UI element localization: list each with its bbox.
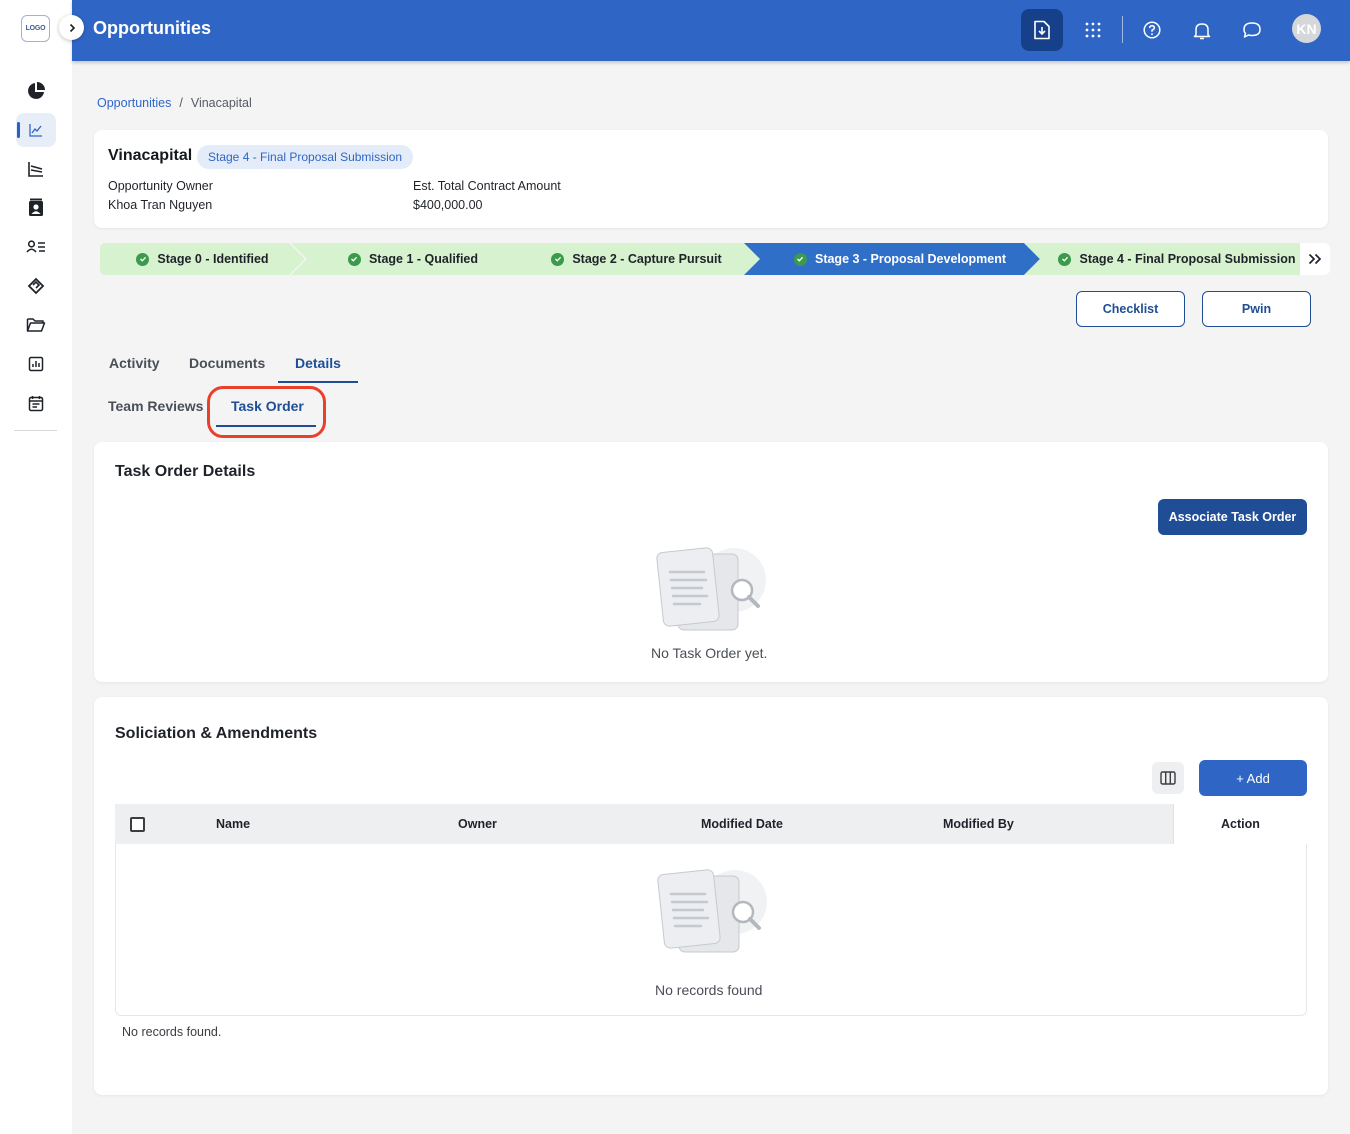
breadcrumb-current: Vinacapital — [190, 96, 252, 110]
table-body: No records found — [115, 844, 1307, 1016]
help-icon — [1143, 21, 1161, 39]
opportunity-name: Vinacapital — [108, 147, 193, 164]
columns-icon — [1160, 771, 1176, 785]
notifications-button[interactable] — [1181, 9, 1223, 51]
breadcrumb-separator: / — [179, 96, 183, 110]
breadcrumb: Opportunities / Vinacapital — [97, 96, 252, 110]
tab-activity[interactable]: Activity — [109, 355, 160, 371]
sidebar-divider — [14, 430, 57, 431]
opportunity-summary-card: Vinacapital Stage 4 - Final Proposal Sub… — [94, 130, 1328, 228]
double-chevron-right-icon — [1308, 253, 1322, 265]
column-settings-button[interactable] — [1152, 762, 1184, 794]
calendar-icon — [28, 395, 44, 411]
chat-icon — [1243, 22, 1261, 38]
stage-label: Stage 2 - Capture Pursuit — [572, 252, 722, 266]
bell-icon — [1193, 22, 1211, 39]
checklist-button[interactable]: Checklist — [1076, 291, 1185, 327]
trend-chart-icon — [29, 124, 42, 137]
associate-task-order-button[interactable]: Associate Task Order — [1158, 499, 1307, 535]
amount-label: Est. Total Contract Amount — [413, 179, 561, 193]
select-all-checkbox[interactable] — [130, 817, 145, 832]
column-header-modified-by[interactable]: Modified By — [943, 817, 1014, 831]
user-avatar[interactable]: KN — [1292, 14, 1321, 43]
tab-documents[interactable]: Documents — [189, 355, 265, 371]
breadcrumb-opportunities-link[interactable]: Opportunities — [97, 96, 171, 110]
owner-value: Khoa Tran Nguyen — [108, 198, 213, 212]
stepper-scroll-right-button[interactable] — [1300, 243, 1330, 275]
apps-grid-icon — [1085, 22, 1101, 38]
column-header-modified-date[interactable]: Modified Date — [701, 817, 783, 831]
sidebar-item-pipeline[interactable] — [16, 152, 56, 186]
stage-step-1[interactable]: Stage 1 - Qualified — [291, 243, 519, 275]
column-header-action: Action — [1221, 817, 1260, 831]
amount-value: $400,000.00 — [413, 198, 483, 212]
table-header: Name Owner Modified Date Modified By Act… — [115, 804, 1307, 844]
sidebar-item-users[interactable] — [16, 230, 56, 264]
sidebar-item-dashboard[interactable] — [16, 74, 56, 108]
top-bar: Opportunities KN — [72, 0, 1350, 61]
tab-active-indicator — [278, 381, 358, 383]
check-circle-icon — [136, 252, 150, 266]
task-order-card: Task Order Details Associate Task Order … — [94, 442, 1328, 682]
pwin-button[interactable]: Pwin — [1202, 291, 1311, 327]
handshake-icon — [27, 277, 45, 295]
highlight-annotation — [207, 386, 326, 438]
stage-badge: Stage 4 - Final Proposal Submission — [197, 145, 414, 169]
tab-details[interactable]: Details — [295, 355, 341, 371]
page-title: Opportunities — [93, 18, 211, 38]
check-circle-icon — [793, 252, 807, 266]
action-column-header-cell: Action — [1173, 804, 1307, 844]
table-footer-text: No records found. — [122, 1025, 222, 1039]
check-circle-icon — [347, 252, 361, 266]
solicitation-title: Soliciation & Amendments — [115, 725, 318, 742]
subtab-team-reviews[interactable]: Team Reviews — [108, 398, 203, 414]
column-header-name[interactable]: Name — [216, 817, 250, 831]
empty-records-icon — [657, 869, 767, 953]
app-logo[interactable]: LOGO — [21, 15, 50, 42]
folder-icon — [26, 318, 46, 332]
owner-label: Opportunity Owner — [108, 179, 213, 193]
sidebar-item-reports[interactable] — [16, 347, 56, 381]
stage-step-4[interactable]: Stage 4 - Final Proposal Submission — [1024, 243, 1314, 275]
stage-label: Stage 0 - Identified — [157, 252, 269, 266]
pie-chart-icon — [28, 82, 45, 99]
left-rail: LOGO — [0, 0, 72, 1134]
download-icon — [1034, 20, 1050, 40]
sidebar-item-files[interactable] — [16, 308, 56, 342]
sidebar-item-calendar[interactable] — [16, 386, 56, 420]
task-order-title: Task Order Details — [115, 463, 256, 480]
stage-label: Stage 3 - Proposal Development — [814, 252, 1007, 266]
chevron-right-icon — [69, 23, 75, 32]
table-empty-text: No records found — [655, 982, 763, 998]
sidebar-expand-button[interactable] — [59, 15, 84, 40]
apps-button[interactable] — [1072, 9, 1114, 51]
stage-step-2[interactable]: Stage 2 - Capture Pursuit — [497, 243, 760, 275]
download-button[interactable] — [1021, 9, 1063, 51]
pipeline-chart-icon — [28, 162, 43, 177]
task-order-empty-text: No Task Order yet. — [651, 645, 768, 661]
stage-stepper: Stage 0 - Identified Stage 1 - Qualified… — [100, 243, 1330, 275]
report-icon — [28, 356, 44, 372]
chat-button[interactable] — [1231, 9, 1273, 51]
stage-step-3-current[interactable]: Stage 3 - Proposal Development — [744, 243, 1040, 275]
stage-step-0[interactable]: Stage 0 - Identified — [100, 243, 305, 275]
help-button[interactable] — [1131, 9, 1173, 51]
contact-card-icon — [29, 198, 43, 216]
empty-documents-icon — [656, 547, 766, 631]
check-circle-icon — [551, 252, 565, 266]
stage-label: Stage 4 - Final Proposal Submission — [1079, 252, 1296, 266]
sidebar-item-opportunities[interactable] — [16, 113, 56, 147]
header-divider — [1122, 16, 1123, 43]
user-list-icon — [26, 240, 45, 253]
check-circle-icon — [1058, 252, 1072, 266]
add-button[interactable]: + Add — [1199, 760, 1307, 796]
sidebar-item-deals[interactable] — [16, 269, 56, 303]
stage-label: Stage 1 - Qualified — [368, 252, 479, 266]
sidebar-item-contacts[interactable] — [16, 191, 56, 225]
column-header-owner[interactable]: Owner — [458, 817, 497, 831]
